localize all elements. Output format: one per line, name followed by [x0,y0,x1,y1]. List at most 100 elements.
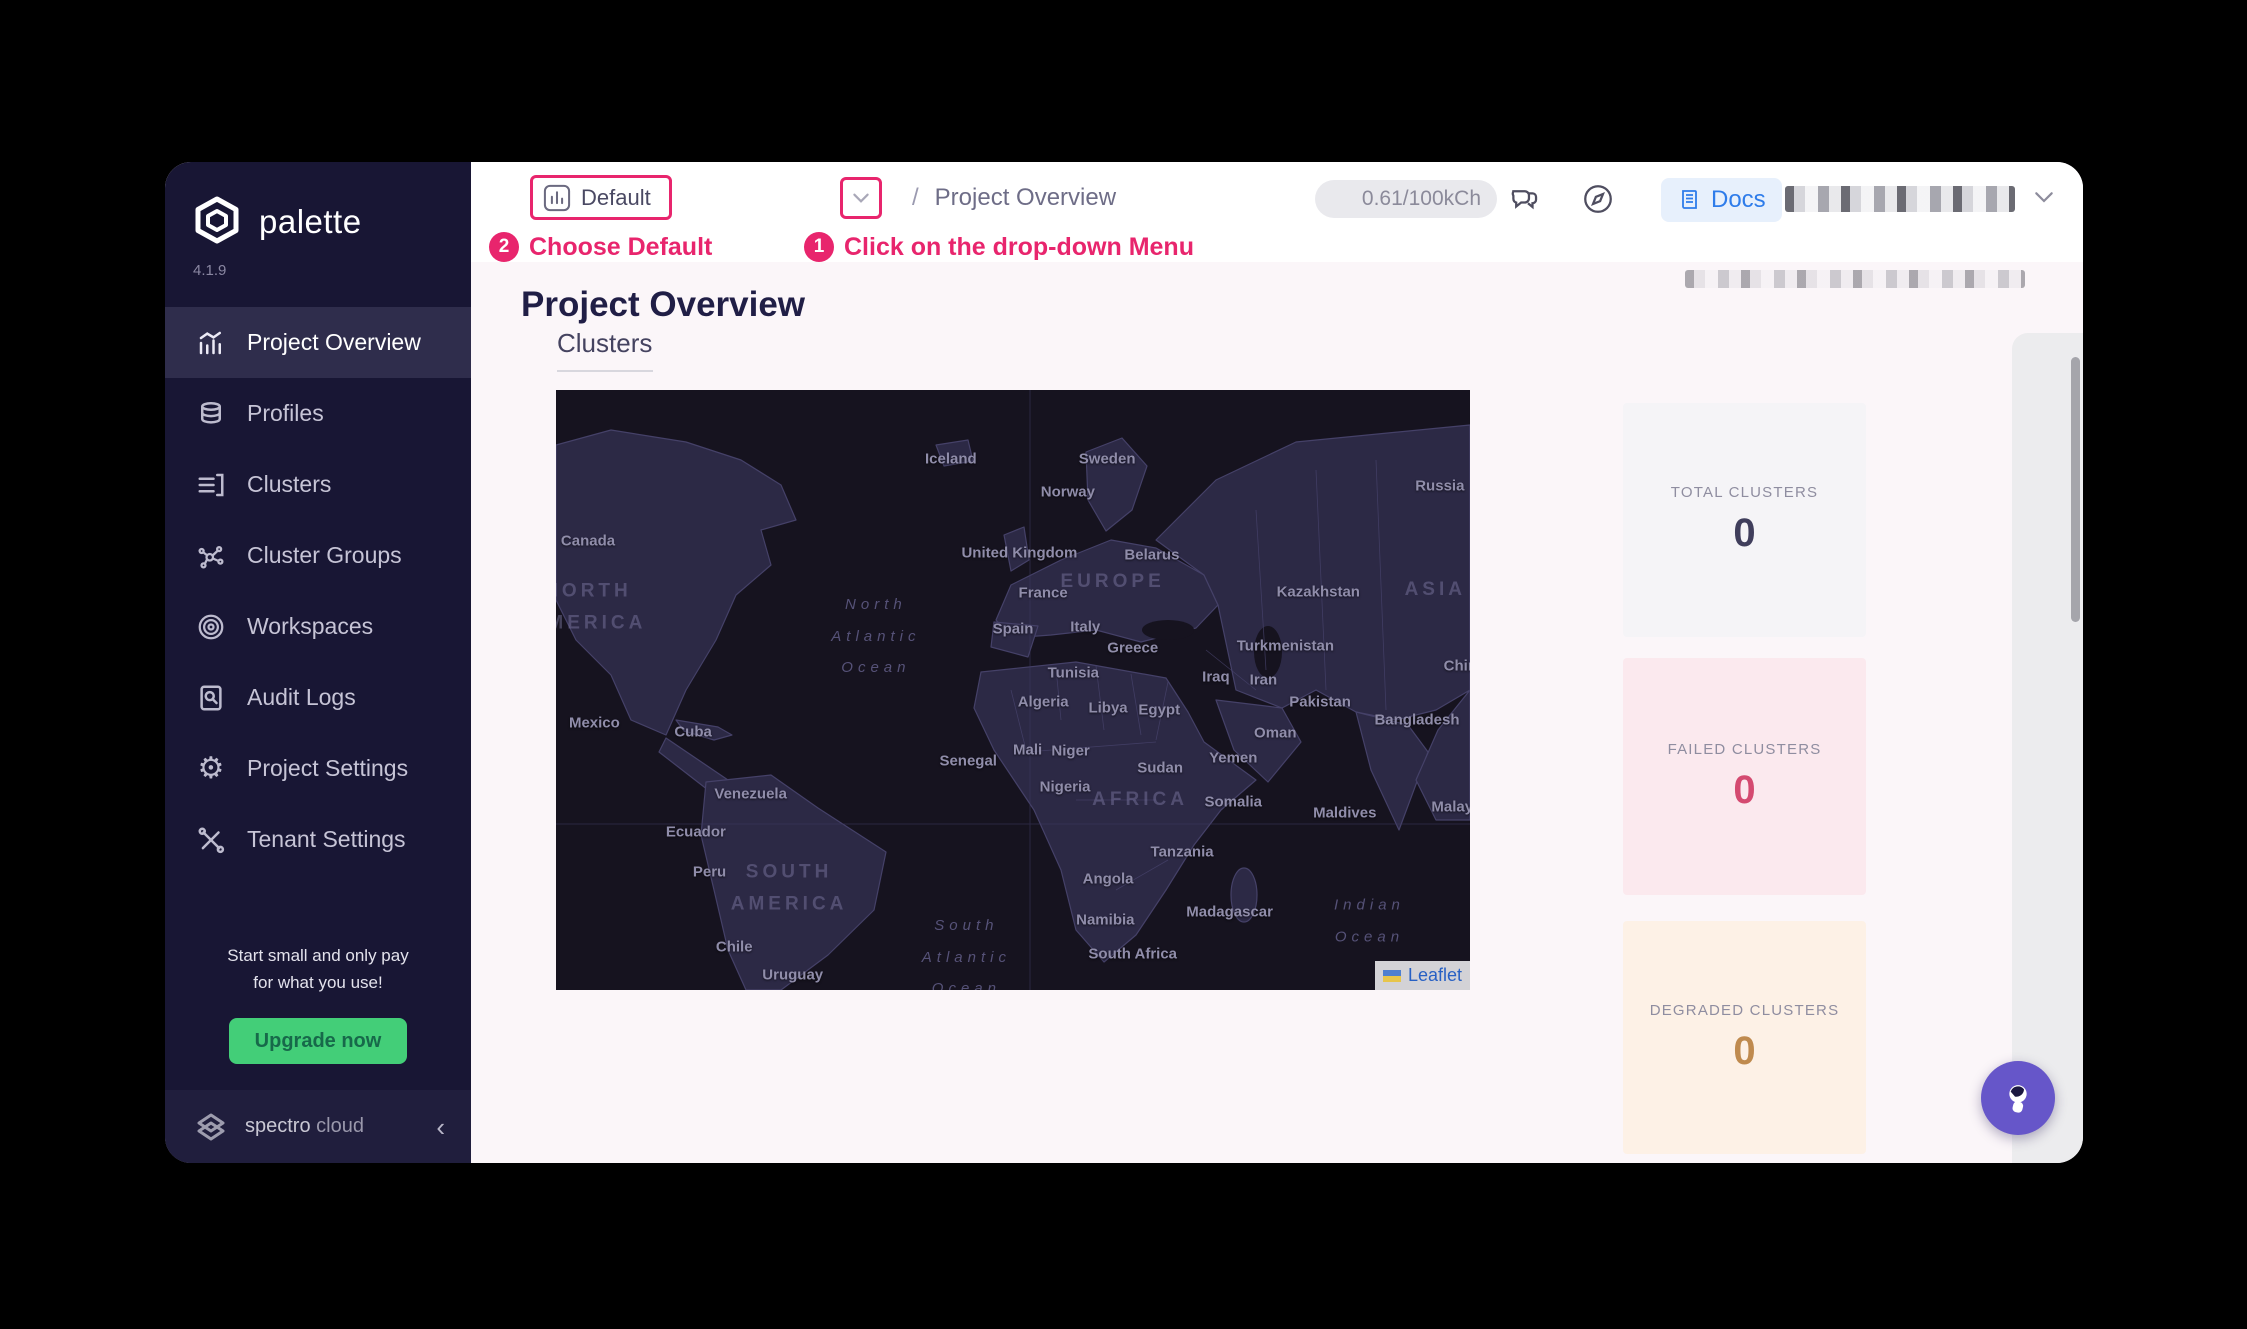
map-country-label: Iceland [925,451,977,468]
spectro-cloud-wordmark: spectro cloud [245,1115,364,1138]
map-country-label: Canada [561,533,615,550]
map-country-label: Tanzania [1151,844,1214,861]
clusters-server-icon [195,469,227,501]
map-country-label: South Africa [1088,946,1177,963]
map-country-label: Angola [1083,871,1134,888]
sidebar-item-label: Cluster Groups [247,542,402,569]
assistant-fab-button[interactable] [1981,1061,2055,1135]
brand-wordmark: palette [259,203,362,241]
map-country-label: Spain [993,620,1034,637]
map-country-label: Mali [1013,742,1042,759]
project-selector-label: Default [581,185,651,211]
map-ocean-label: North Atlantic Ocean [831,589,920,684]
map-continent-label: NORTH AMERICA [556,576,646,641]
map-continent-label: SOUTH AMERICA [731,857,848,922]
map-country-label: Yemen [1209,749,1257,766]
map-country-label: Somalia [1205,794,1263,811]
sidebar-item-label: Project Settings [247,755,408,782]
docs-label: Docs [1711,186,1766,214]
card-label: FAILED CLUSTERS [1668,741,1822,758]
map-country-label: Libya [1088,700,1127,717]
app-window: palette 4.1.9 Project Overview [165,162,2083,1163]
sidebar-item-cluster-groups[interactable]: Cluster Groups [165,520,471,591]
annotation-text: Click on the drop-down Menu [844,233,1194,262]
sidebar-item-label: Clusters [247,471,331,498]
sidebar: palette 4.1.9 Project Overview [165,162,471,1163]
map-country-label: Peru [693,863,726,880]
map-country-label: Sweden [1079,451,1136,468]
map-country-label: Senegal [939,752,997,769]
map-country-label: Pakistan [1289,694,1351,711]
map-country-label: Niger [1051,743,1089,760]
usage-quota-badge: 0.61/100kCh [1315,180,1497,218]
map-country-label: Maldives [1313,805,1376,822]
sidebar-item-project-settings[interactable]: ⚙ Project Settings [165,733,471,804]
card-value: 0 [1733,768,1755,813]
map-country-label: Kazakhstan [1277,584,1360,601]
breadcrumb-current: Project Overview [935,184,1116,211]
sidebar-footer: spectro cloud ‹ [165,1090,471,1163]
sidebar-item-audit-logs[interactable]: Audit Logs [165,662,471,733]
map-country-label: Egypt [1138,701,1180,718]
profiles-stack-icon [195,398,227,430]
annotation-text: Choose Default [529,233,712,262]
sidebar-item-profiles[interactable]: Profiles [165,378,471,449]
map-geometry [556,390,1470,990]
sidebar-collapse-chevron-icon[interactable]: ‹ [436,1114,445,1140]
map-country-label: Italy [1070,619,1100,636]
map-country-label: Russia [1415,478,1464,495]
redacted-username[interactable] [1785,186,2015,212]
ukraine-flag-icon [1383,970,1401,982]
sidebar-item-label: Tenant Settings [247,826,406,853]
breadcrumb-separator: / [912,184,919,211]
map-country-label: Madagascar [1186,904,1273,921]
leaflet-attribution[interactable]: Leaflet [1375,961,1470,990]
sidebar-item-label: Audit Logs [247,684,356,711]
map-country-label: Venezuela [714,785,787,802]
user-menu-chevron-down-icon[interactable] [2033,190,2055,208]
sidebar-item-workspaces[interactable]: Workspaces [165,591,471,662]
sidebar-item-label: Workspaces [247,613,373,640]
sidebar-item-label: Project Overview [247,329,421,356]
map-country-label: Belarus [1124,547,1179,564]
astronaut-icon [1998,1078,2038,1118]
chart-overview-icon [195,327,227,359]
annotation-badge: 1 [804,232,834,262]
map-country-label: Iran [1250,671,1278,688]
map-country-label: Sudan [1137,760,1183,777]
map-country-label: Algeria [1018,694,1069,711]
degraded-clusters-card: DEGRADED CLUSTERS 0 [1623,921,1866,1154]
docs-button[interactable]: Docs [1661,178,1782,222]
map-country-label: Malaysia [1431,799,1470,816]
map-country-label: Tunisia [1048,665,1099,682]
chat-messages-icon[interactable] [1507,182,1541,216]
topbar: Default / Project Overview 0.61/100kCh [471,162,2083,262]
map-country-label: China [1444,658,1470,675]
project-selector-button[interactable]: Default [530,175,672,220]
card-label: TOTAL CLUSTERS [1671,484,1818,501]
map-ocean-label: Indian Ocean [1334,890,1405,953]
upgrade-now-button[interactable]: Upgrade now [229,1018,407,1064]
sidebar-item-project-overview[interactable]: Project Overview [165,307,471,378]
compass-icon[interactable] [1581,182,1615,216]
project-dropdown-button[interactable] [840,177,882,219]
leaflet-link: Leaflet [1408,965,1462,986]
annotation-badge: 2 [489,232,519,262]
map-country-label: Mexico [569,715,620,732]
vertical-scrollbar-thumb[interactable] [2071,357,2080,622]
annotation-choose-default: 2 Choose Default [489,232,712,262]
sidebar-item-label: Profiles [247,400,324,427]
annotation-click-dropdown: 1 Click on the drop-down Menu [804,232,1194,262]
screenshot-canvas: palette 4.1.9 Project Overview [0,0,2247,1329]
map-country-label: Ecuador [666,824,726,841]
map-continent-label: AFRICA [1092,784,1188,816]
sidebar-item-tenant-settings[interactable]: Tenant Settings [165,804,471,875]
map-country-label: Greece [1107,640,1158,657]
world-map[interactable]: Leaflet IcelandSwedenNorwayRussiaCanadaU… [556,390,1470,990]
map-country-label: Nigeria [1040,779,1091,796]
book-icon [1677,188,1701,212]
tab-clusters[interactable]: Clusters [557,328,652,359]
spectro-cloud-logo-icon [191,1107,231,1147]
sidebar-item-clusters[interactable]: Clusters [165,449,471,520]
map-country-label: Cuba [674,724,712,741]
